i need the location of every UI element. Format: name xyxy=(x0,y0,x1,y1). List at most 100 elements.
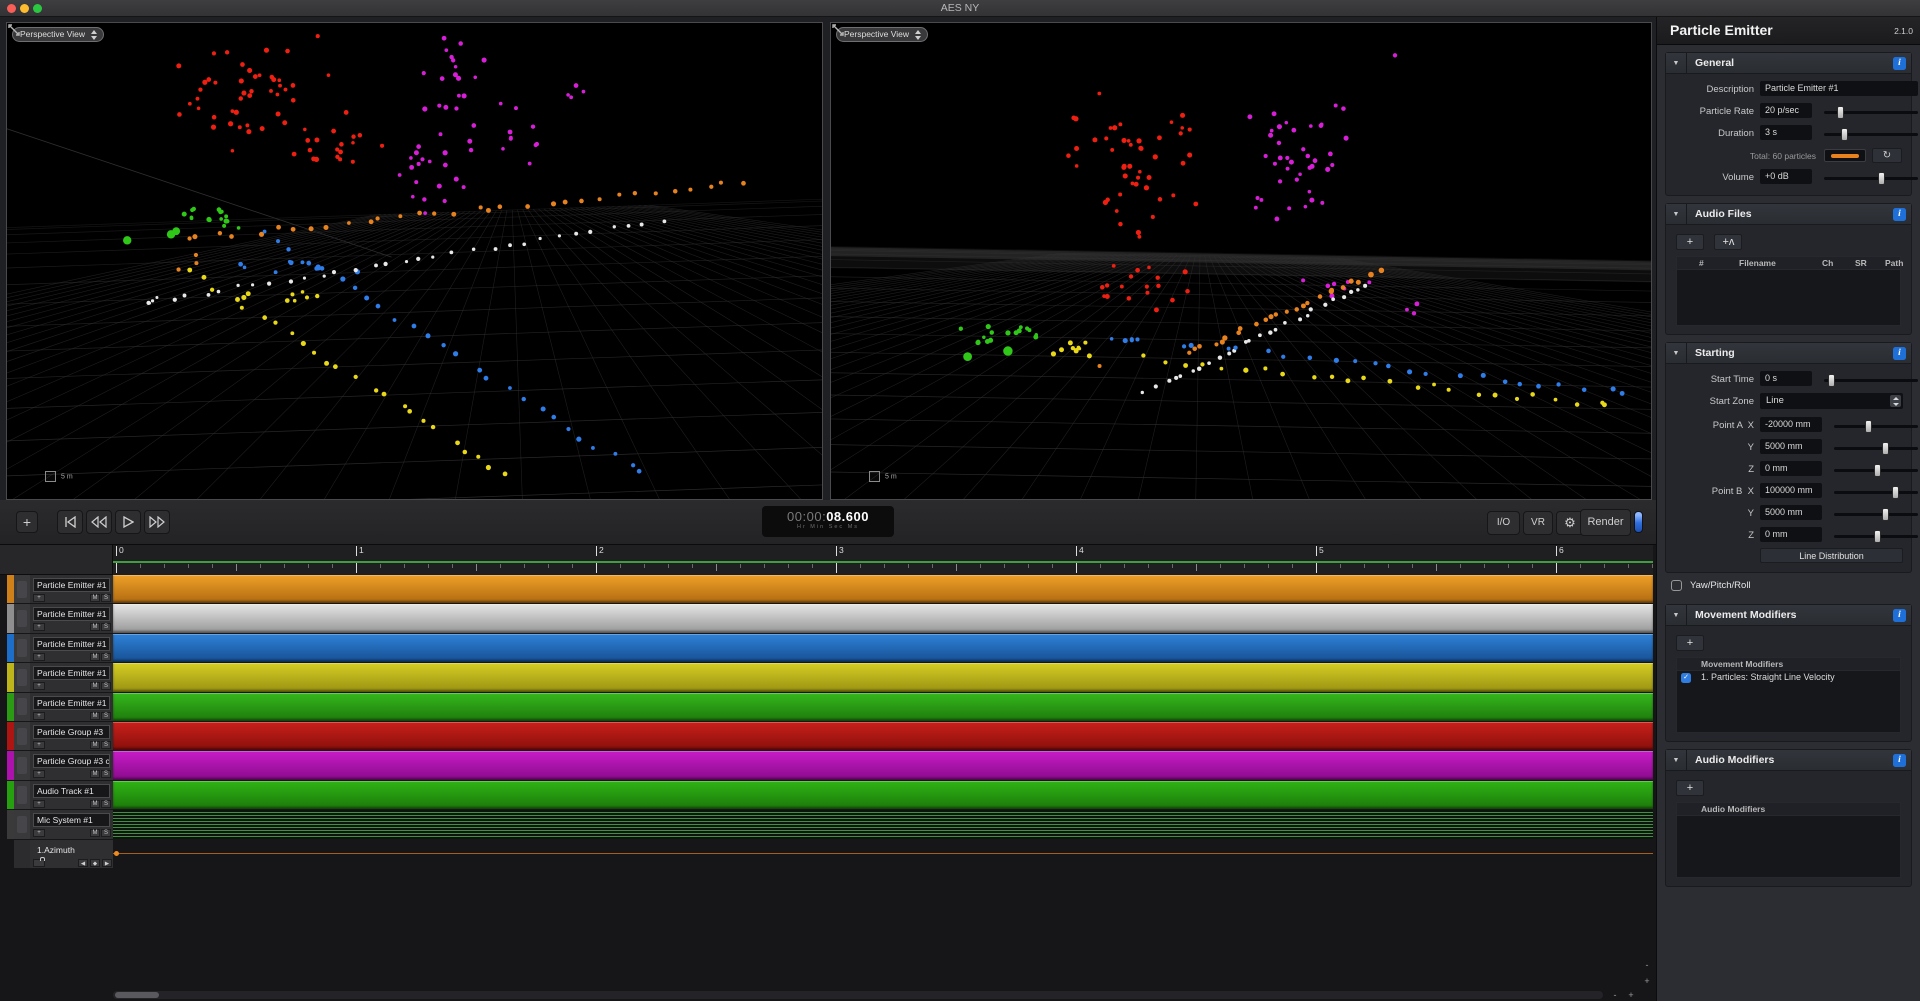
track-header[interactable]: 1.Azimuth ◀◆▶ xyxy=(30,840,113,868)
track-add-button[interactable]: + xyxy=(33,594,45,602)
hzoom-out-button[interactable]: - xyxy=(1608,989,1622,1001)
clip[interactable] xyxy=(113,722,1653,750)
track-header[interactable]: Particle Emitter #1+MS xyxy=(30,575,113,603)
track-grip[interactable] xyxy=(14,693,30,721)
slider-thumb[interactable] xyxy=(1882,442,1889,455)
track-name[interactable]: Particle Group #3 copy xyxy=(33,754,110,768)
expand-viewport-icon[interactable] xyxy=(831,23,845,37)
track-name[interactable]: Mic System #1 xyxy=(33,813,110,827)
slider-thumb[interactable] xyxy=(1865,420,1872,433)
add-audio-modifier-button[interactable]: + xyxy=(1676,780,1704,796)
track-grip[interactable] xyxy=(14,781,30,809)
clip[interactable] xyxy=(113,634,1653,662)
info-icon[interactable]: i xyxy=(1893,754,1906,767)
point-a-y-slider[interactable] xyxy=(1834,447,1918,450)
info-icon[interactable]: i xyxy=(1893,57,1906,70)
track-header[interactable]: Particle Emitter #1 cop+MS xyxy=(30,634,113,662)
viewport-right[interactable]: Perspective View 5 m xyxy=(830,22,1652,500)
track-header[interactable]: Particle Emitter #1 cop+MS xyxy=(30,604,113,632)
track-add-button[interactable]: + xyxy=(33,682,45,690)
disclosure-triangle-icon[interactable]: ▼ xyxy=(1666,204,1687,225)
clip[interactable] xyxy=(113,604,1653,632)
vzoom-out-button[interactable]: - xyxy=(1640,959,1654,971)
track-header[interactable]: Particle Group #3+MS xyxy=(30,722,113,750)
viewport-right-canvas[interactable] xyxy=(831,23,1651,499)
rewind-button[interactable] xyxy=(86,510,112,534)
mute-button[interactable]: M xyxy=(90,682,100,690)
point-b-x-slider[interactable] xyxy=(1834,491,1918,494)
track-grip[interactable] xyxy=(14,751,30,779)
expand-viewport-icon[interactable] xyxy=(7,23,21,37)
vr-button[interactable]: VR xyxy=(1523,511,1553,535)
skip-to-start-button[interactable] xyxy=(57,510,83,534)
track-name[interactable]: Particle Emitter #1 xyxy=(33,578,110,592)
track-grip[interactable] xyxy=(14,604,30,632)
solo-button[interactable]: S xyxy=(101,741,111,749)
next-keyframe-button[interactable]: ▶ xyxy=(102,859,112,867)
solo-button[interactable]: S xyxy=(101,594,111,602)
solo-button[interactable]: S xyxy=(101,770,111,778)
add-keyframe-button[interactable]: ◆ xyxy=(90,859,100,867)
solo-button[interactable]: S xyxy=(101,653,111,661)
view-mode-dropdown[interactable]: Perspective View xyxy=(836,27,928,42)
horizontal-scrollbar[interactable] xyxy=(113,991,1603,999)
track-header[interactable]: Audio Track #1+MS xyxy=(30,781,113,809)
solo-button[interactable]: S xyxy=(101,712,111,720)
track-add-button[interactable]: + xyxy=(33,829,45,837)
clip[interactable] xyxy=(113,693,1653,721)
track-add-button[interactable]: + xyxy=(33,800,45,808)
hzoom-in-button[interactable]: + xyxy=(1624,989,1638,1001)
slider-thumb[interactable] xyxy=(1882,508,1889,521)
mic-clip[interactable] xyxy=(113,810,1653,838)
add-audio-file-envelope-button[interactable]: +ʌ xyxy=(1714,234,1742,250)
clip[interactable] xyxy=(113,663,1653,691)
start-time-slider[interactable] xyxy=(1824,379,1918,382)
mute-button[interactable]: M xyxy=(90,623,100,631)
clip[interactable] xyxy=(113,781,1653,809)
disclosure-triangle-icon[interactable]: ▼ xyxy=(1666,343,1687,364)
disclosure-triangle-icon[interactable]: ▼ xyxy=(1666,605,1687,626)
track-header[interactable]: Mic System #1 + MS xyxy=(30,810,113,838)
point-b-y-slider[interactable] xyxy=(1834,513,1918,516)
refresh-button[interactable]: ↻ xyxy=(1872,148,1902,163)
track-name[interactable]: Particle Emitter #1 cop xyxy=(33,607,110,621)
duration-slider[interactable] xyxy=(1824,133,1918,136)
solo-button[interactable]: S xyxy=(101,829,111,837)
track-header[interactable]: Particle Emitter #1 cop+MS xyxy=(30,663,113,691)
start-time-field[interactable]: 0 s xyxy=(1760,371,1812,386)
add-audio-file-button[interactable]: + xyxy=(1676,234,1704,250)
viewport-left-canvas[interactable] xyxy=(7,23,822,499)
mute-button[interactable]: M xyxy=(90,712,100,720)
mute-button[interactable]: M xyxy=(90,770,100,778)
point-b-z-slider[interactable] xyxy=(1834,535,1918,538)
track-name[interactable]: 1.Azimuth xyxy=(33,843,110,857)
play-button[interactable] xyxy=(115,510,141,534)
track-name[interactable]: Particle Group #3 xyxy=(33,725,110,739)
automation-lane[interactable] xyxy=(113,840,1653,868)
mute-button[interactable]: M xyxy=(90,741,100,749)
track-header[interactable]: Particle Group #3 copy+MS xyxy=(30,751,113,779)
start-zone-dropdown[interactable]: Line xyxy=(1760,393,1903,409)
slider-thumb[interactable] xyxy=(1874,530,1881,543)
track-header[interactable]: Particle Emitter #1 cop+MS xyxy=(30,693,113,721)
loop-range-bar[interactable] xyxy=(113,561,1653,563)
section-general-header[interactable]: ▼ General i xyxy=(1666,53,1911,74)
automation-line[interactable] xyxy=(113,853,1653,855)
render-button[interactable]: Render xyxy=(1580,509,1631,536)
volume-field[interactable]: +0 dB xyxy=(1760,169,1812,184)
slider-thumb[interactable] xyxy=(1892,486,1899,499)
add-track-button[interactable]: + xyxy=(16,511,38,533)
point-b-y-field[interactable]: 5000 mm xyxy=(1760,505,1822,520)
point-a-z-field[interactable]: 0 mm xyxy=(1760,461,1822,476)
section-starting-header[interactable]: ▼ Starting i xyxy=(1666,343,1911,364)
mute-button[interactable]: M xyxy=(90,829,100,837)
track-grip[interactable] xyxy=(14,575,30,603)
automation-keyframe[interactable] xyxy=(114,851,119,856)
mute-button[interactable]: M xyxy=(90,653,100,661)
section-audio-files-header[interactable]: ▼ Audio Files i xyxy=(1666,204,1911,225)
time-ruler[interactable]: 0123456 xyxy=(113,545,1653,575)
disclosure-triangle-icon[interactable]: ▼ xyxy=(1666,750,1687,771)
prev-keyframe-button[interactable]: ◀ xyxy=(78,859,88,867)
audio-modifiers-table[interactable]: Audio Modifiers xyxy=(1676,802,1901,878)
solo-button[interactable]: S xyxy=(101,800,111,808)
